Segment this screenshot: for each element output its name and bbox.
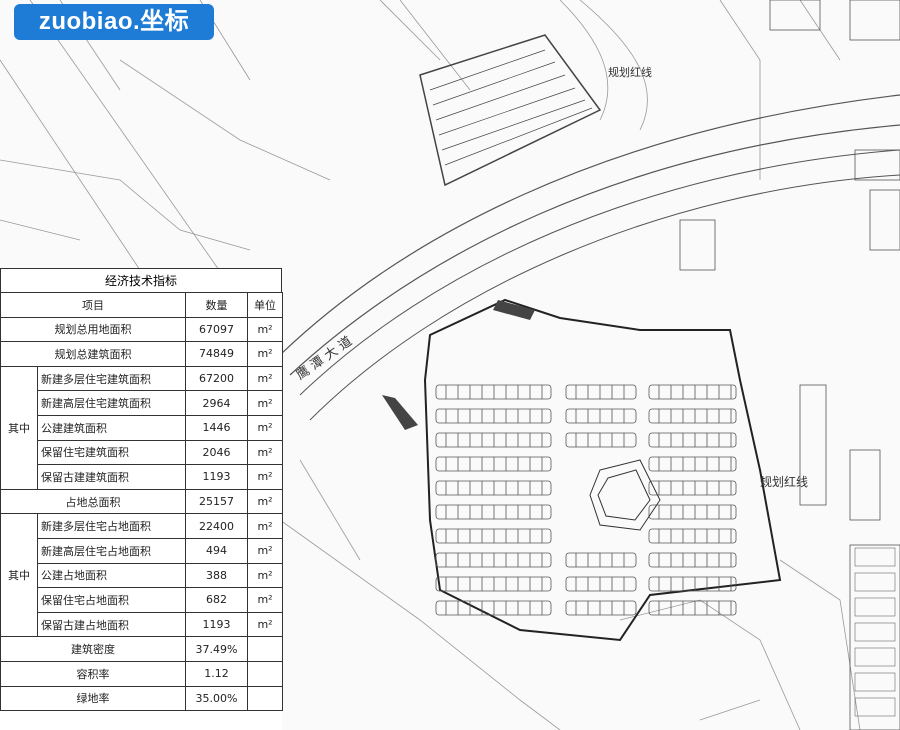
table-row: 容积率 1.12 (0, 660, 283, 687)
row-value: 1193 (185, 611, 248, 638)
row-unit: m² (247, 464, 283, 490)
row-item: 新建高层住宅占地面积 (37, 537, 186, 564)
table-row: 规划总用地面积 67097 m² (0, 316, 283, 343)
row-value: 1.12 (185, 660, 248, 687)
row-item: 规划总用地面积 (0, 316, 186, 343)
row-item: 容积率 (0, 660, 186, 687)
row-value: 1193 (185, 464, 248, 490)
row-item: 公建占地面积 (37, 562, 186, 589)
table-header-row: 项目 数量 单位 (0, 292, 283, 318)
row-unit: m² (247, 611, 283, 638)
table-row: 保留住宅建筑面积 2046 m² (1, 439, 283, 466)
table-row: 新建高层住宅建筑面积 2964 m² (1, 390, 283, 416)
brand-logo: zuobiao.坐标 (14, 4, 214, 40)
table-row: 保留古建占地面积 1193 m² (1, 611, 283, 638)
row-item: 公建建筑面积 (37, 414, 186, 441)
row-value: 2046 (185, 439, 248, 466)
row-unit (247, 660, 283, 687)
row-value: 74849 (185, 341, 248, 367)
redline-label-top: 规划红线 (608, 65, 652, 79)
table-row: 绿地率 35.00% (0, 685, 283, 712)
table-row: 新建高层住宅占地面积 494 m² (1, 537, 283, 564)
table-row: 其中 新建多层住宅占地面积 22400 m² (0, 513, 283, 638)
table-row: 公建建筑面积 1446 m² (1, 414, 283, 441)
table-row: 建筑密度 37.49% (0, 636, 283, 662)
row-unit: m² (247, 365, 283, 392)
row-value: 35.00% (185, 685, 248, 712)
row-item: 占地总面积 (0, 488, 186, 515)
row-unit: m² (247, 414, 283, 441)
row-item: 保留古建占地面积 (37, 611, 186, 638)
header-item: 项目 (0, 292, 186, 318)
row-item: 绿地率 (0, 685, 186, 712)
row-unit: m² (247, 341, 283, 367)
row-unit (247, 685, 283, 712)
row-unit: m² (247, 316, 283, 343)
group-label: 其中 (0, 513, 38, 638)
row-unit: m² (247, 488, 283, 515)
table-row: 规划总建筑面积 74849 m² (0, 341, 283, 367)
row-unit: m² (247, 390, 283, 416)
row-unit: m² (247, 439, 283, 466)
table-row: 保留住宅占地面积 682 m² (1, 587, 283, 613)
header-qty: 数量 (185, 292, 248, 318)
row-value: 67097 (185, 316, 248, 343)
row-value: 494 (185, 537, 248, 564)
row-item: 新建多层住宅建筑面积 (37, 365, 186, 392)
row-value: 2964 (185, 390, 248, 416)
row-item: 保留住宅建筑面积 (37, 439, 186, 466)
row-value: 37.49% (185, 636, 248, 662)
table-row: 其中 新建多层住宅建筑面积 67200 m² (0, 365, 283, 490)
row-unit: m² (247, 537, 283, 564)
group-label: 其中 (0, 365, 38, 490)
table-row: 公建占地面积 388 m² (1, 562, 283, 589)
row-value: 388 (185, 562, 248, 589)
row-item: 建筑密度 (0, 636, 186, 662)
row-value: 67200 (185, 365, 248, 392)
row-item: 新建高层住宅建筑面积 (37, 390, 186, 416)
row-unit: m² (247, 513, 283, 539)
row-item: 规划总建筑面积 (0, 341, 186, 367)
row-value: 22400 (185, 513, 248, 539)
table-title: 经济技术指标 (0, 268, 282, 292)
row-unit (247, 636, 283, 662)
table-row: 占地总面积 25157 m² (0, 488, 283, 515)
header-unit: 单位 (247, 292, 283, 318)
row-unit: m² (247, 562, 283, 589)
row-item: 新建多层住宅占地面积 (37, 513, 186, 539)
redline-label-right: 规划红线 (760, 474, 808, 489)
row-unit: m² (247, 587, 283, 613)
row-value: 1446 (185, 414, 248, 441)
row-value: 25157 (185, 488, 248, 515)
table-row: 保留古建建筑面积 1193 m² (1, 464, 283, 490)
row-value: 682 (185, 587, 248, 613)
row-item: 保留古建建筑面积 (37, 464, 186, 490)
row-item: 保留住宅占地面积 (37, 587, 186, 613)
economic-indicators-table: 经济技术指标 项目 数量 单位 规划总用地面积 67097 m² 规划总建筑面积… (0, 268, 283, 730)
